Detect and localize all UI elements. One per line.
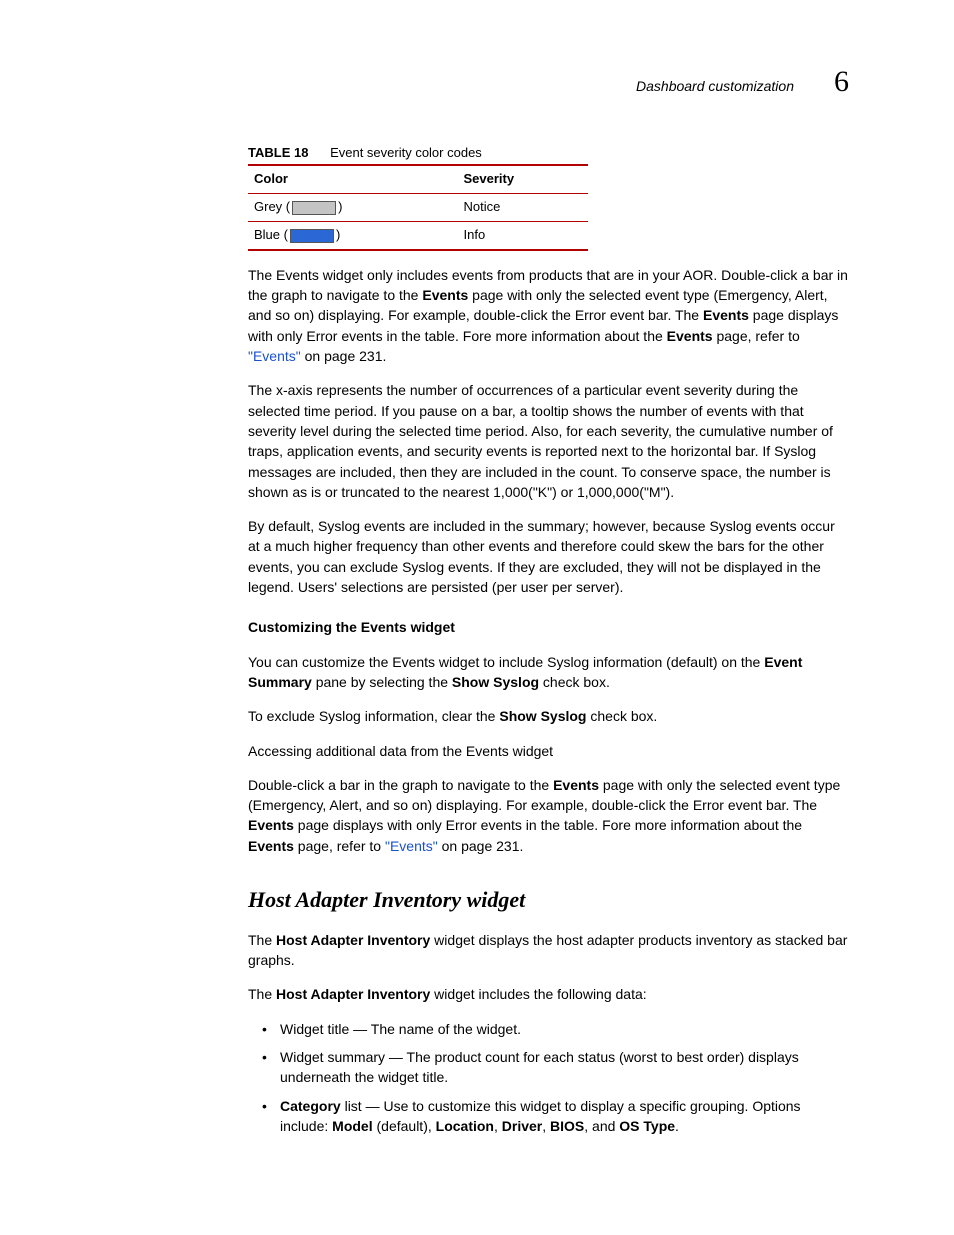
color-cell: Grey (): [248, 194, 457, 222]
body-paragraph: The Host Adapter Inventory widget displa…: [248, 930, 849, 971]
table-title: Event severity color codes: [330, 145, 482, 160]
color-code-table: Color Severity Grey () Notice Blue () In…: [248, 164, 588, 251]
body-paragraph: The x-axis represents the number of occu…: [248, 380, 849, 502]
blue-swatch-icon: [290, 229, 334, 243]
severity-cell: Notice: [457, 194, 588, 222]
bullet-list: Widget title — The name of the widget. W…: [248, 1019, 849, 1136]
table-row: Blue () Info: [248, 222, 588, 250]
body-paragraph: Accessing additional data from the Event…: [248, 741, 849, 761]
color-name: Grey: [254, 199, 282, 214]
heading-host-adapter: Host Adapter Inventory widget: [248, 884, 849, 916]
subheading-customizing: Customizing the Events widget: [248, 617, 849, 637]
running-header: Dashboard customization 6: [248, 60, 849, 104]
table-caption: TABLE 18 Event severity color codes: [248, 144, 849, 163]
table-header-severity: Severity: [457, 165, 588, 193]
list-item: Widget summary — The product count for e…: [262, 1047, 849, 1088]
body-paragraph: Double-click a bar in the graph to navig…: [248, 775, 849, 856]
events-link[interactable]: "Events": [248, 348, 301, 364]
table-header-color: Color: [248, 165, 457, 193]
grey-swatch-icon: [292, 201, 336, 215]
table-number: TABLE 18: [248, 145, 308, 160]
body-paragraph: To exclude Syslog information, clear the…: [248, 706, 849, 726]
body-paragraph: By default, Syslog events are included i…: [248, 516, 849, 597]
list-item: Widget title — The name of the widget.: [262, 1019, 849, 1039]
header-title: Dashboard customization: [636, 76, 794, 96]
table-row: Grey () Notice: [248, 194, 588, 222]
body-paragraph: You can customize the Events widget to i…: [248, 652, 849, 693]
color-cell: Blue (): [248, 222, 457, 250]
events-link[interactable]: "Events": [385, 838, 438, 854]
severity-cell: Info: [457, 222, 588, 250]
color-name: Blue: [254, 227, 280, 242]
body-paragraph: The Events widget only includes events f…: [248, 265, 849, 366]
chapter-number: 6: [834, 60, 849, 104]
list-item: Category list — Use to customize this wi…: [262, 1096, 849, 1137]
body-paragraph: The Host Adapter Inventory widget includ…: [248, 984, 849, 1004]
